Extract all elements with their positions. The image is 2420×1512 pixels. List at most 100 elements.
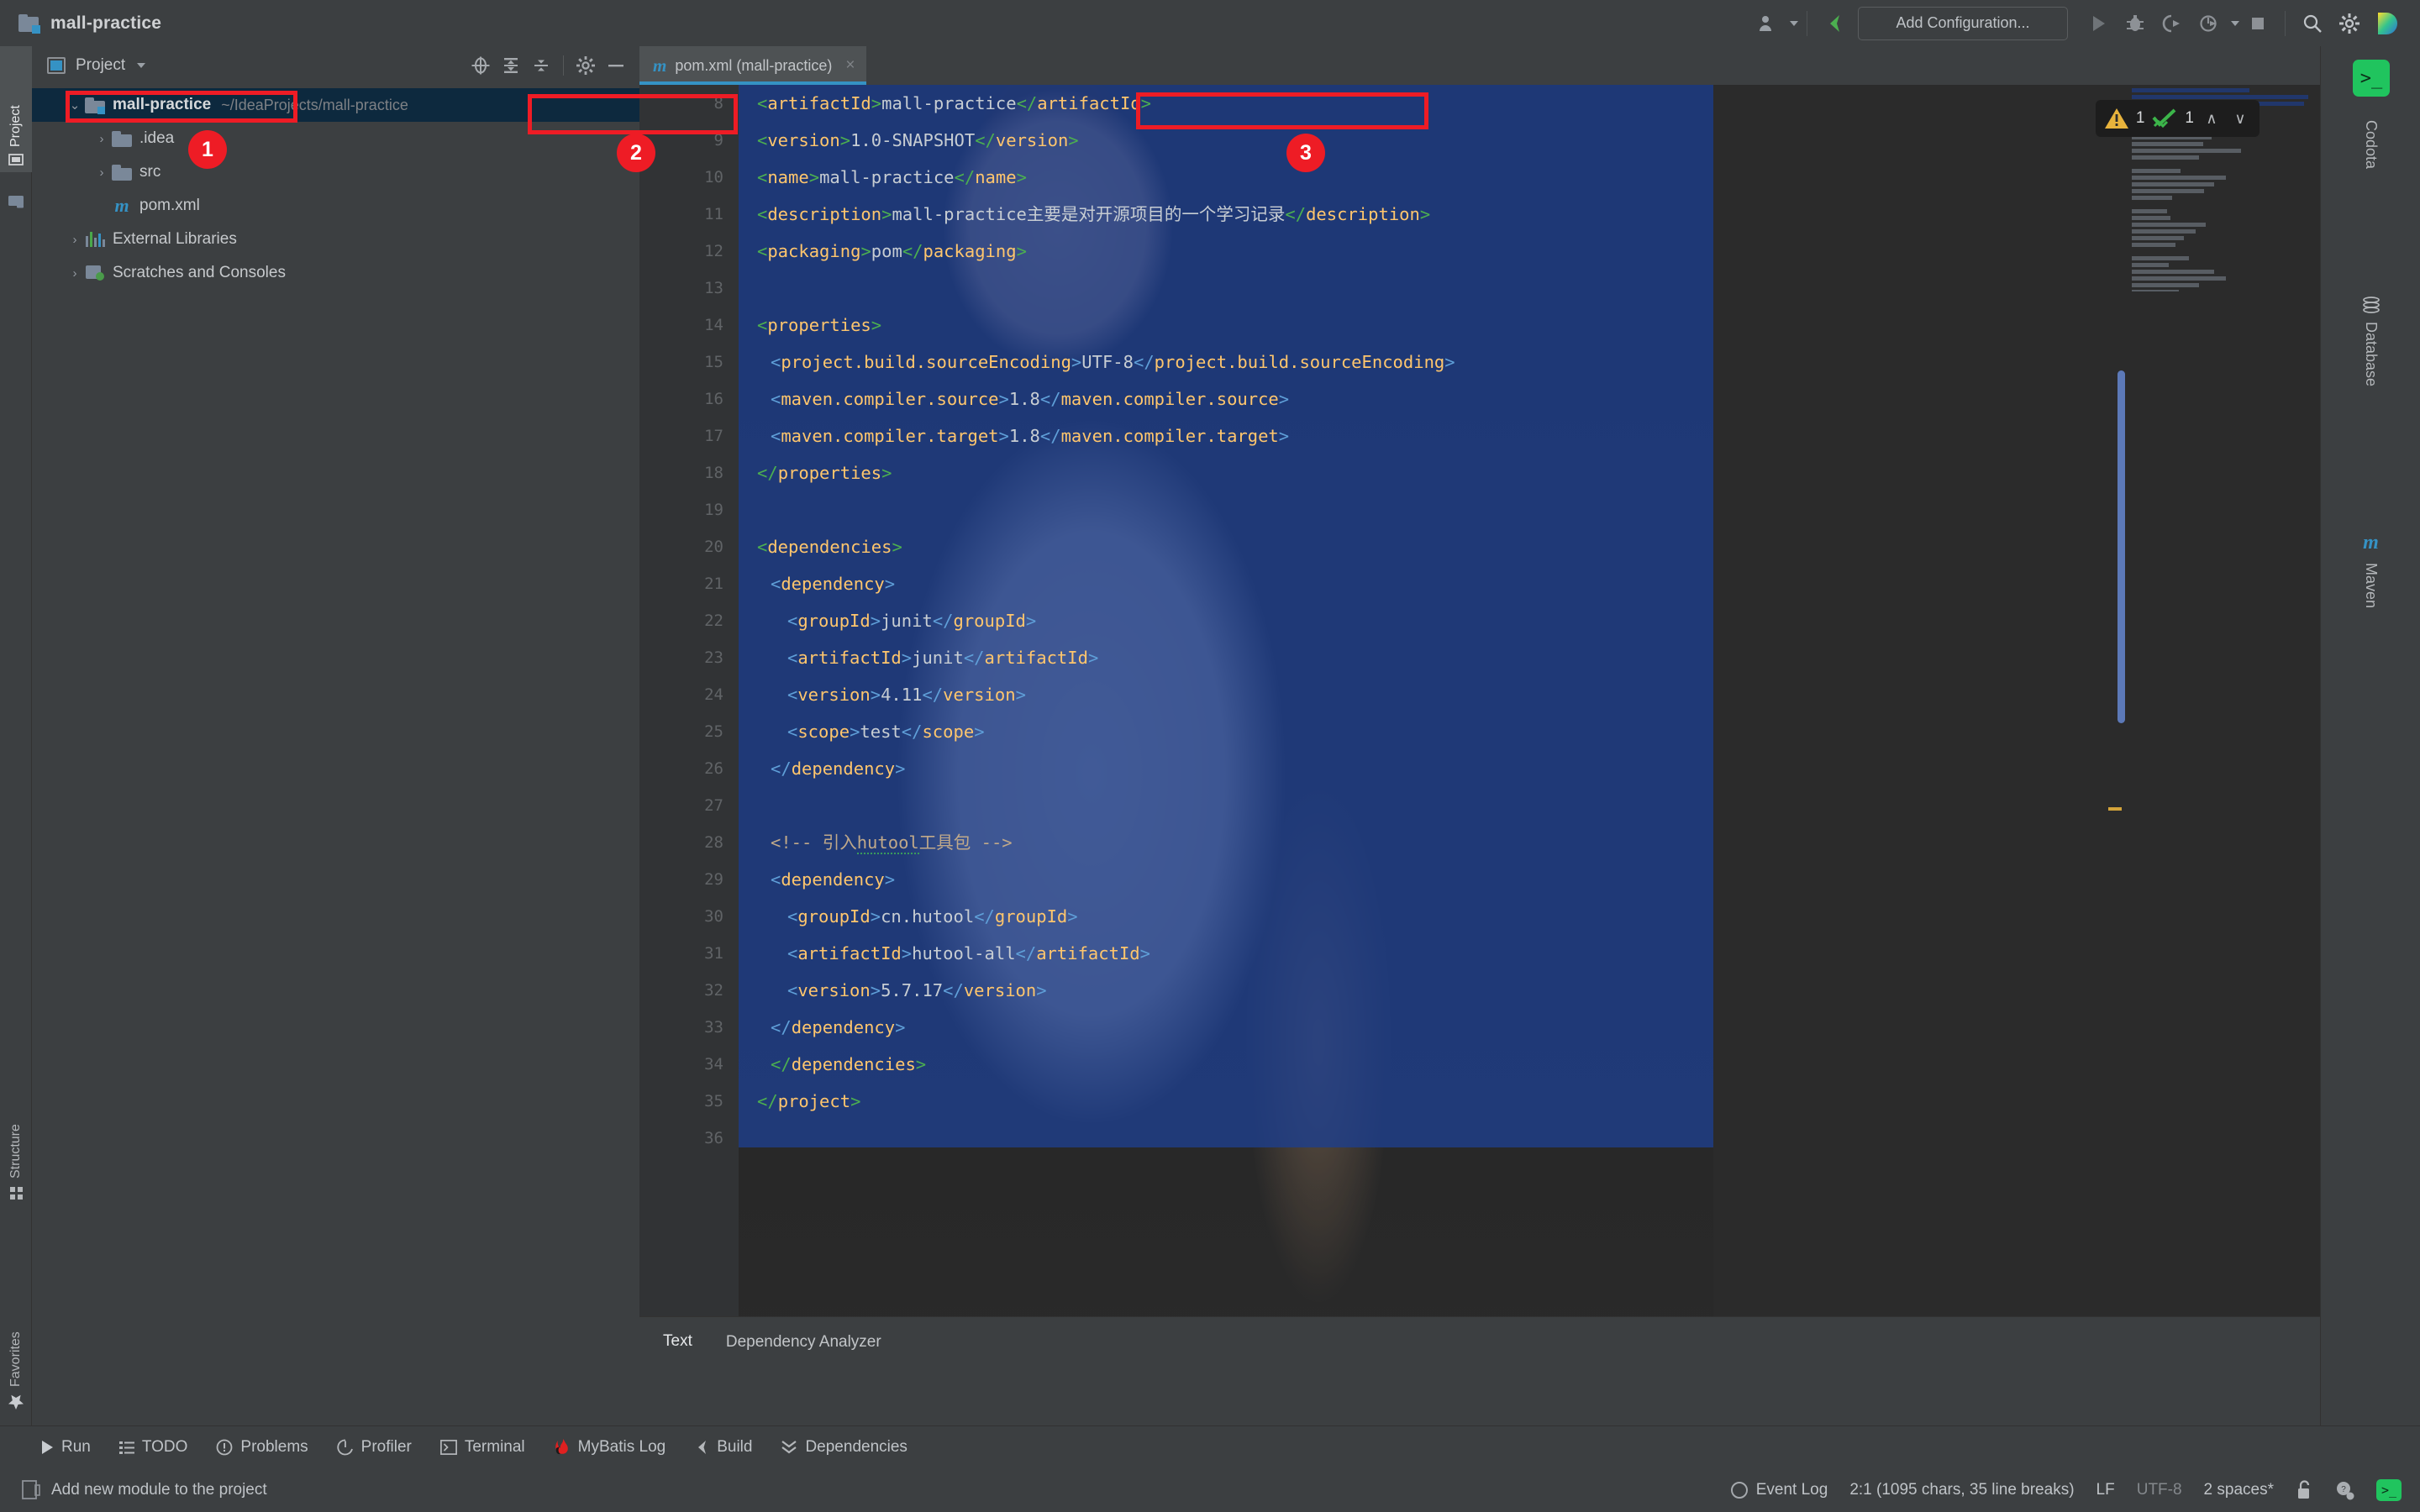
hide-panel-icon[interactable] — [601, 50, 631, 81]
user-settings-icon[interactable] — [1749, 5, 1786, 42]
previous-problem-icon[interactable]: ∧ — [2201, 110, 2223, 128]
terminal-icon[interactable]: >_ — [2376, 1479, 2402, 1501]
line-number: 27 — [704, 796, 723, 815]
tool-window-label: Build — [717, 1438, 753, 1456]
run-configuration-selector[interactable]: Add Configuration... — [1858, 6, 2068, 40]
build-icon[interactable] — [1816, 5, 1853, 42]
tool-window-dependencies[interactable]: Dependencies — [781, 1438, 908, 1457]
chevron-right-icon[interactable]: › — [66, 266, 84, 281]
event-log-button[interactable]: Event Log — [1730, 1481, 1828, 1499]
inspections-widget[interactable]: 1 1 ∧ ∨ — [2095, 100, 2260, 137]
line-separator[interactable]: LF — [2096, 1481, 2115, 1499]
profile-icon[interactable] — [2191, 5, 2228, 42]
code-line: <dependencies> — [757, 537, 902, 557]
title-bar: mall-practice Add Configuration... — [0, 0, 2420, 46]
warning-marker[interactable] — [2108, 807, 2122, 811]
line-number: 32 — [704, 981, 723, 1000]
tree-node-pom-xml[interactable]: m pom.xml — [32, 189, 639, 223]
code-line: <properties> — [757, 315, 882, 335]
tool-window-mybatis-log[interactable]: MyBatis Log — [554, 1438, 666, 1457]
line-number: 19 — [704, 501, 723, 519]
sidebar-item-structure[interactable]: Structure — [0, 1054, 32, 1205]
tab-dependency-analyzer[interactable]: Dependency Analyzer — [726, 1333, 881, 1353]
left-strip-folder-icon[interactable] — [0, 176, 32, 213]
terminal-icon[interactable]: >_ — [2353, 60, 2390, 97]
project-folder-icon — [18, 13, 40, 34]
tree-node-src[interactable]: › src — [32, 155, 639, 189]
status-message: Add new module to the project — [51, 1481, 267, 1499]
run-with-coverage-icon[interactable] — [2154, 5, 2191, 42]
sidebar-item-label: Project — [8, 105, 23, 147]
tree-node-idea[interactable]: › .idea — [32, 122, 639, 155]
stop-icon[interactable] — [2239, 5, 2276, 42]
tree-node-external-libraries[interactable]: › External Libraries — [32, 223, 639, 256]
sidebar-item-codota[interactable]: Codota — [2321, 113, 2420, 260]
settings-icon[interactable] — [571, 50, 601, 81]
inspection-profile-icon[interactable]: ? — [2334, 1480, 2354, 1500]
code-viewport[interactable]: <artifactId>mall-practice</artifactId> <… — [739, 85, 2320, 1316]
folder-icon — [111, 164, 133, 181]
tool-window-problems[interactable]: Problems — [216, 1438, 308, 1457]
warning-triangle-icon — [2104, 107, 2129, 130]
file-encoding[interactable]: UTF-8 — [2137, 1481, 2182, 1499]
tree-node-label: Scratches and Consoles — [113, 264, 286, 281]
close-icon[interactable]: × — [845, 56, 855, 75]
tool-window-run[interactable]: Run — [40, 1438, 91, 1457]
caret-position[interactable]: 2:1 (1095 chars, 35 line breaks) — [1849, 1481, 2074, 1499]
debug-icon[interactable] — [2117, 5, 2154, 42]
chevron-right-icon[interactable]: › — [92, 132, 111, 146]
chevron-down-icon[interactable] — [137, 63, 146, 68]
tool-window-label: TODO — [141, 1438, 188, 1456]
indent-setting[interactable]: 2 spaces* — [2204, 1481, 2274, 1499]
event-log-icon — [1730, 1482, 1748, 1499]
editor-tab-label: pom.xml (mall-practice) — [675, 56, 833, 74]
chevron-right-icon[interactable]: › — [66, 233, 84, 247]
sidebar-item-label: Structure — [8, 1124, 23, 1179]
locate-icon[interactable] — [466, 50, 496, 81]
tool-window-todo[interactable]: TODO — [118, 1438, 188, 1457]
editor-tab-pom-xml[interactable]: m pom.xml (mall-practice) × — [639, 46, 867, 85]
tool-window-terminal[interactable]: Terminal — [439, 1438, 525, 1457]
ide-window: mall-practice Add Configuration... Proje… — [0, 0, 2420, 1512]
tool-window-bar: Run TODO Problems Profiler Terminal MyBa… — [0, 1425, 2420, 1468]
annotation-number-3: 3 — [1286, 134, 1325, 172]
chevron-down-icon[interactable]: ⌄ — [66, 97, 84, 113]
expand-all-icon[interactable] — [496, 50, 526, 81]
tool-window-build[interactable]: Build — [694, 1438, 752, 1457]
line-number: 23 — [704, 648, 723, 667]
tool-window-profiler[interactable]: Profiler — [337, 1438, 412, 1457]
chevron-right-icon[interactable]: › — [92, 165, 111, 180]
tree-node-label: .idea — [139, 129, 175, 147]
collapse-all-icon[interactable] — [526, 50, 556, 81]
code-line: <artifactId>mall-practice</artifactId> — [757, 93, 1152, 113]
run-icon[interactable] — [2080, 5, 2117, 42]
run-triangle-icon — [40, 1440, 54, 1455]
tree-node-scratches-and-consoles[interactable]: › Scratches and Consoles — [32, 256, 639, 290]
project-panel-header: Project — [32, 46, 639, 85]
project-panel-toolbar — [466, 50, 631, 81]
tab-text[interactable]: Text — [663, 1332, 692, 1355]
chevron-down-icon[interactable] — [1790, 20, 1798, 26]
sidebar-item-project[interactable]: Project — [0, 46, 32, 172]
warning-count: 1 — [2135, 109, 2145, 127]
editor-area: m pom.xml (mall-practice) × 8 9 10 11 12… — [639, 46, 2320, 1425]
search-everywhere-icon[interactable] — [2294, 5, 2331, 42]
sidebar-item-maven[interactable]: m Maven — [2321, 525, 2420, 689]
ide-logo-icon[interactable] — [2368, 5, 2405, 42]
settings-icon[interactable] — [2331, 5, 2368, 42]
tree-node-mall-practice[interactable]: ⌄ mall-practice ~/IdeaProjects/mall-prac… — [32, 88, 639, 122]
editor-vertical-scrollbar[interactable] — [2118, 370, 2125, 723]
sidebar-item-favorites[interactable]: Favorites — [0, 1256, 32, 1415]
lock-open-icon[interactable] — [2296, 1480, 2312, 1500]
code-line: <groupId>cn.hutool</groupId> — [787, 906, 1078, 927]
code-lines: <artifactId>mall-practice</artifactId> <… — [739, 85, 2320, 1316]
next-problem-icon[interactable]: ∨ — [2229, 110, 2251, 128]
sidebar-item-database[interactable]: Database — [2321, 290, 2420, 500]
chevron-down-icon[interactable] — [2231, 20, 2239, 26]
editor-body[interactable]: 8 9 10 11 12 13 14 15 16 17 18 19 20 21 … — [639, 85, 2320, 1316]
annotation-number-1: 1 — [188, 130, 227, 169]
editor-tab-bar: m pom.xml (mall-practice) × — [639, 46, 2320, 85]
code-line: <packaging>pom</packaging> — [757, 241, 1027, 261]
